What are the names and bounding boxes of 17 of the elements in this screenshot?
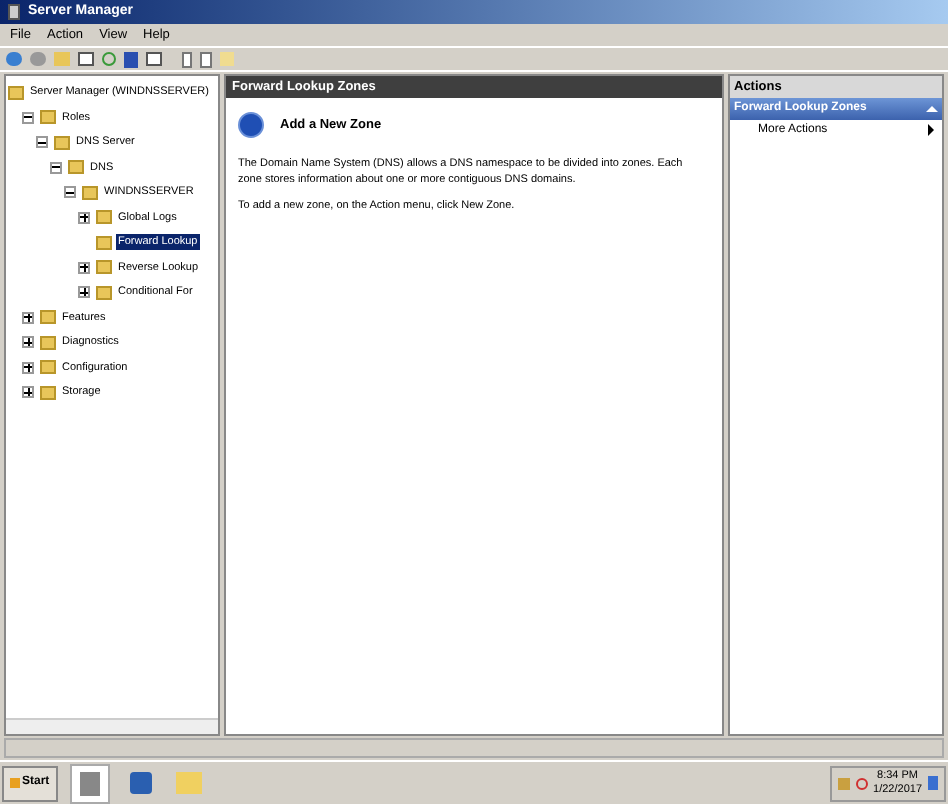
submenu-arrow-icon	[928, 124, 934, 136]
expand-icon[interactable]	[78, 211, 90, 224]
expand-icon[interactable]	[22, 361, 34, 374]
collapse-icon[interactable]	[22, 111, 34, 124]
expand-icon[interactable]	[22, 336, 34, 349]
expand-icon[interactable]	[22, 386, 34, 399]
collapse-icon[interactable]	[64, 186, 76, 199]
expand-icon[interactable]	[22, 311, 34, 324]
info-icon	[238, 112, 264, 138]
window-icon[interactable]	[146, 52, 162, 66]
server-manager-taskbar-icon[interactable]	[69, 763, 110, 803]
expand-icon[interactable]	[78, 286, 90, 299]
window-icon[interactable]	[78, 52, 94, 66]
collapse-icon[interactable]	[50, 161, 62, 174]
horizontal-scrollbar[interactable]	[6, 718, 218, 734]
collapse-icon[interactable]	[36, 136, 48, 149]
expand-icon[interactable]	[78, 261, 90, 274]
